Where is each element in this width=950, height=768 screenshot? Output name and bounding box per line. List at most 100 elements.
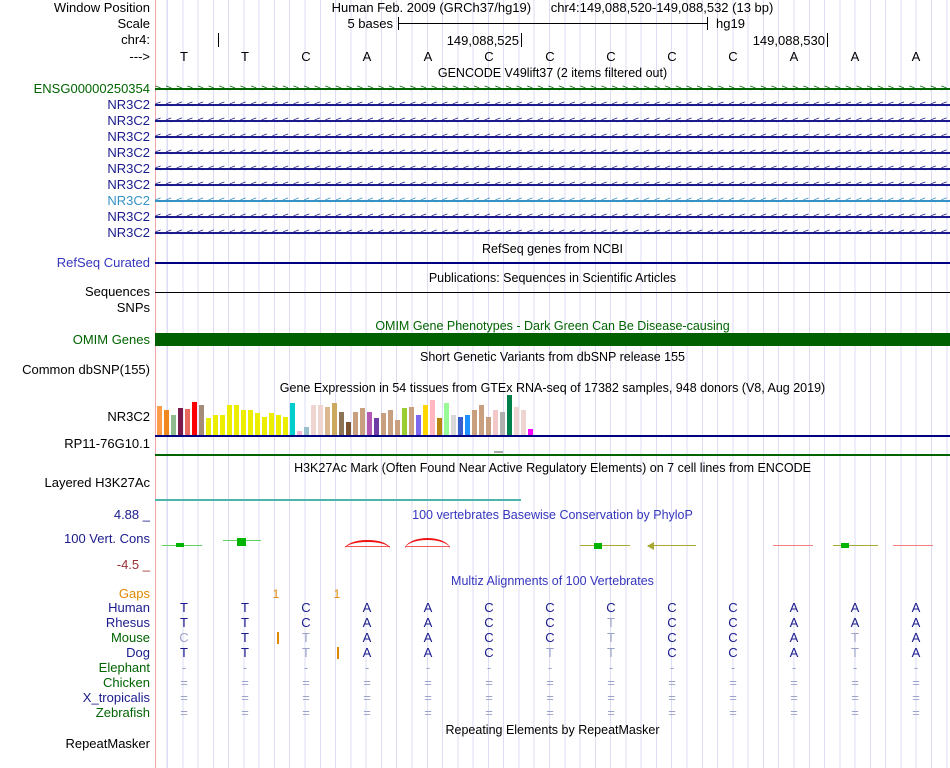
gtex-bar[interactable] — [178, 408, 183, 435]
gtex-bar[interactable] — [164, 410, 169, 435]
gtex-bar[interactable] — [458, 417, 463, 435]
gene-row-ensg00000250354[interactable]: >>>>>>>>>>>>>>>>>>>>>>>>>>>>>>>>>>>>>>>>… — [155, 81, 950, 97]
gtex-bar[interactable] — [444, 403, 449, 435]
refseq-track-title[interactable]: RefSeq genes from NCBI — [155, 242, 950, 256]
omim-track-title[interactable]: OMIM Gene Phenotypes - Dark Green Can Be… — [155, 319, 950, 333]
gtex-bar[interactable] — [521, 410, 526, 435]
gtex-bar[interactable] — [220, 415, 225, 435]
gtex-bar[interactable] — [451, 415, 456, 435]
gtex-bar[interactable] — [318, 405, 323, 435]
sequences-item[interactable] — [155, 292, 950, 293]
gtex-bar[interactable] — [304, 427, 309, 435]
gene-label-nr3c2[interactable]: NR3C2 — [0, 145, 150, 161]
gtex-bar[interactable] — [353, 412, 358, 435]
gtex-bar[interactable] — [374, 418, 379, 435]
gtex-bar[interactable] — [360, 408, 365, 435]
species-label-elephant[interactable]: Elephant — [0, 661, 150, 675]
species-label-chicken[interactable]: Chicken — [0, 676, 150, 690]
species-label-zebrafish[interactable]: Zebrafish — [0, 706, 150, 720]
rp11-label[interactable]: RP11-76G10.1 — [0, 437, 150, 451]
gene-label-nr3c2[interactable]: NR3C2 — [0, 161, 150, 177]
gtex-bar[interactable] — [402, 408, 407, 435]
dbsnp-track-title[interactable]: Short Genetic Variants from dbSNP releas… — [155, 350, 950, 364]
gtex-bar[interactable] — [227, 405, 232, 435]
gene-label-nr3c2[interactable]: NR3C2 — [0, 193, 150, 209]
gene-label-nr3c2[interactable]: NR3C2 — [0, 113, 150, 129]
gtex-bar[interactable] — [388, 410, 393, 435]
gtex-bar[interactable] — [213, 415, 218, 435]
rp11-gene-line[interactable] — [155, 454, 950, 456]
gtex-bar[interactable] — [500, 412, 505, 435]
gtex-bar[interactable] — [185, 409, 190, 435]
species-label-x_tropicalis[interactable]: X_tropicalis — [0, 691, 150, 705]
gtex-bar[interactable] — [262, 417, 267, 435]
multiz-track-title[interactable]: Multiz Alignments of 100 Vertebrates — [155, 574, 950, 588]
gtex-expression-bars[interactable] — [155, 393, 950, 435]
publications-track-title[interactable]: Publications: Sequences in Scientific Ar… — [155, 271, 950, 285]
phylop-track-title[interactable]: 100 vertebrates Basewise Conservation by… — [155, 508, 950, 522]
gtex-bar[interactable] — [465, 415, 470, 435]
gtex-bar[interactable] — [409, 407, 414, 435]
rp11-exon-dash[interactable] — [494, 451, 503, 453]
gtex-bar[interactable] — [332, 403, 337, 435]
gtex-bar[interactable] — [346, 422, 351, 435]
gtex-bar[interactable] — [290, 403, 295, 435]
species-label-mouse[interactable]: Mouse — [0, 631, 150, 645]
gtex-bar[interactable] — [486, 417, 491, 435]
refseq-curated-label[interactable]: RefSeq Curated — [0, 256, 150, 270]
gtex-bar[interactable] — [493, 410, 498, 435]
gtex-bar[interactable] — [514, 407, 519, 435]
gtex-bar[interactable] — [423, 405, 428, 435]
gtex-bar[interactable] — [311, 405, 316, 435]
species-label-dog[interactable]: Dog — [0, 646, 150, 660]
gtex-bar[interactable] — [248, 410, 253, 435]
gtex-bar[interactable] — [381, 413, 386, 435]
gtex-bar[interactable] — [283, 417, 288, 435]
h3k27ac-signal-line[interactable] — [155, 499, 521, 501]
gtex-bar[interactable] — [416, 415, 421, 435]
species-label-human[interactable]: Human — [0, 601, 150, 615]
repeatmasker-track-title[interactable]: Repeating Elements by RepeatMasker — [155, 723, 950, 737]
snps-label[interactable]: SNPs — [0, 301, 150, 315]
gene-label-nr3c2[interactable]: NR3C2 — [0, 97, 150, 113]
species-label-rhesus[interactable]: Rhesus — [0, 616, 150, 630]
gtex-bar[interactable] — [339, 412, 344, 435]
gene-row-nr3c2[interactable]: <<<<<<<<<<<<<<<<<<<<<<<<<<<<<<<<<<<<<<<<… — [155, 177, 950, 193]
gene-row-nr3c2[interactable]: <<<<<<<<<<<<<<<<<<<<<<<<<<<<<<<<<<<<<<<<… — [155, 193, 950, 209]
gene-label-nr3c2[interactable]: NR3C2 — [0, 177, 150, 193]
gene-row-nr3c2[interactable]: <<<<<<<<<<<<<<<<<<<<<<<<<<<<<<<<<<<<<<<<… — [155, 209, 950, 225]
gene-row-nr3c2[interactable]: <<<<<<<<<<<<<<<<<<<<<<<<<<<<<<<<<<<<<<<<… — [155, 225, 950, 241]
gtex-bar[interactable] — [395, 420, 400, 435]
gtex-bar[interactable] — [241, 410, 246, 435]
gtex-bar[interactable] — [157, 406, 162, 435]
sequences-label[interactable]: Sequences — [0, 285, 150, 299]
gtex-bar[interactable] — [234, 405, 239, 435]
omim-gene-bar[interactable] — [155, 333, 950, 346]
vert-cons-label[interactable]: 100 Vert. Cons — [0, 532, 150, 546]
gtex-bar[interactable] — [206, 418, 211, 435]
gene-label-nr3c2[interactable]: NR3C2 — [0, 209, 150, 225]
gtex-bar[interactable] — [192, 402, 197, 435]
refseq-curated-item[interactable] — [155, 262, 950, 264]
gtex-bar[interactable] — [367, 412, 372, 435]
repeatmasker-label[interactable]: RepeatMasker — [0, 737, 150, 751]
gene-row-nr3c2[interactable]: <<<<<<<<<<<<<<<<<<<<<<<<<<<<<<<<<<<<<<<<… — [155, 97, 950, 113]
gtex-bar[interactable] — [507, 395, 512, 435]
gtex-bar[interactable] — [171, 415, 176, 435]
layered-h3k27ac-label[interactable]: Layered H3K27Ac — [0, 476, 150, 490]
h3k27ac-track-title[interactable]: H3K27Ac Mark (Often Found Near Active Re… — [155, 461, 950, 475]
gtex-bar[interactable] — [479, 405, 484, 435]
gtex-bar[interactable] — [325, 407, 330, 435]
gene-row-nr3c2[interactable]: <<<<<<<<<<<<<<<<<<<<<<<<<<<<<<<<<<<<<<<<… — [155, 129, 950, 145]
gtex-bar[interactable] — [269, 413, 274, 435]
gtex-bar[interactable] — [276, 415, 281, 435]
gene-row-nr3c2[interactable]: <<<<<<<<<<<<<<<<<<<<<<<<<<<<<<<<<<<<<<<<… — [155, 113, 950, 129]
common-dbsnp-label[interactable]: Common dbSNP(155) — [0, 363, 150, 377]
gtex-bar[interactable] — [437, 418, 442, 435]
gtex-bar[interactable] — [430, 400, 435, 435]
gtex-bar[interactable] — [199, 405, 204, 435]
gtex-bar[interactable] — [255, 413, 260, 435]
gtex-bar[interactable] — [472, 410, 477, 435]
gene-label-nr3c2[interactable]: NR3C2 — [0, 225, 150, 241]
gene-row-nr3c2[interactable]: <<<<<<<<<<<<<<<<<<<<<<<<<<<<<<<<<<<<<<<<… — [155, 145, 950, 161]
